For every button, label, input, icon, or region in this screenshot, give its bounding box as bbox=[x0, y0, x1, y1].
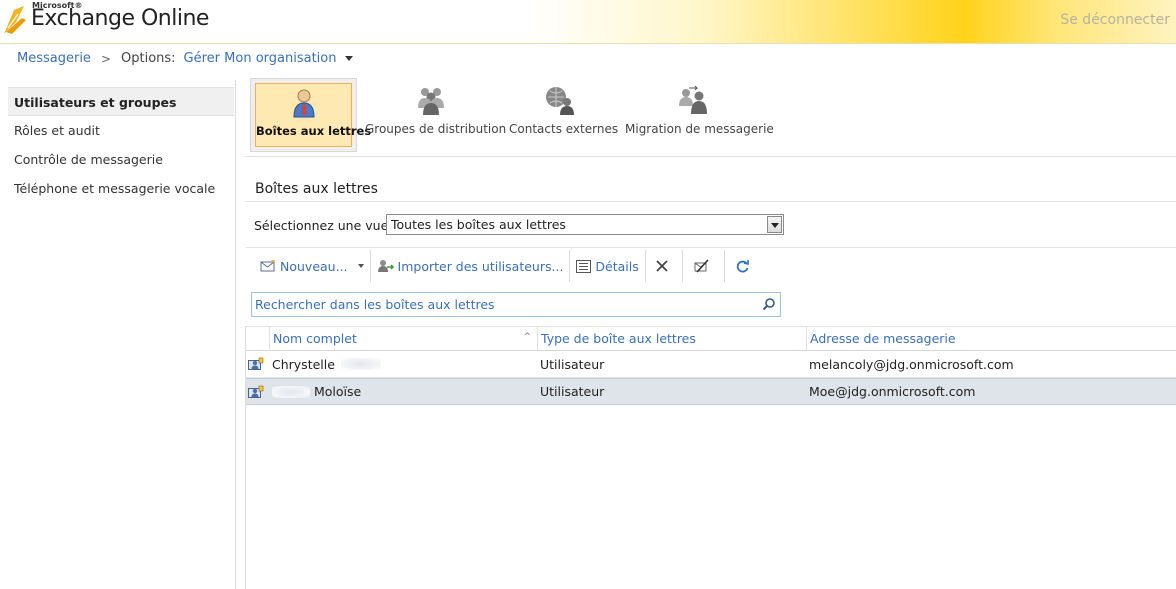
cell-name: Chrystelle bbox=[269, 351, 537, 377]
column-header-type[interactable]: Type de boîte aux lettres bbox=[537, 327, 806, 350]
breadcrumb: Messagerie > Options: Gérer Mon organisa… bbox=[17, 51, 354, 66]
new-button[interactable]: Nouveau... bbox=[254, 250, 370, 282]
tab-mail-migration-label: Migration de messagerie bbox=[625, 122, 774, 136]
cell-name: Moloïse bbox=[269, 379, 537, 404]
cell-type: Utilisateur bbox=[540, 356, 605, 372]
chevron-down-icon[interactable] bbox=[767, 216, 782, 233]
view-label: Sélectionnez une vue : bbox=[254, 218, 397, 233]
breadcrumb-options-label: Options: bbox=[121, 51, 176, 66]
cell-email: melancoly@jdg.onmicrosoft.com bbox=[809, 356, 1014, 372]
new-button-label: Nouveau... bbox=[280, 258, 348, 274]
redacted-text bbox=[272, 385, 310, 398]
redacted-text bbox=[340, 358, 381, 370]
grid-left-border bbox=[245, 326, 246, 589]
mailbox-table: Nom complet ^ Type de boîte aux lettres … bbox=[245, 326, 1176, 405]
migration-icon bbox=[679, 85, 707, 114]
toolbar: Nouveau... Importer des utilisateurs... … bbox=[254, 250, 764, 282]
caret-down-icon[interactable] bbox=[357, 264, 364, 268]
disable-mailbox-icon bbox=[694, 259, 709, 273]
exchange-logo-icon bbox=[4, 6, 26, 34]
view-select-value: Toutes les boîtes aux lettres bbox=[391, 217, 566, 232]
breadcrumb-messagerie[interactable]: Messagerie bbox=[17, 51, 91, 66]
cell-email: Moe@jdg.onmicrosoft.com bbox=[809, 384, 976, 399]
details-label: Détails bbox=[595, 258, 639, 274]
sidebar-item-users-groups[interactable]: Utilisateurs et groupes bbox=[8, 87, 234, 116]
column-header-email[interactable]: Adresse de messagerie bbox=[806, 327, 1176, 350]
sidebar-item-mail-control[interactable]: Contrôle de messagerie bbox=[0, 145, 234, 174]
table-row-selected[interactable]: Moloïse Utilisateur Moe@jdg.onmicrosoft.… bbox=[245, 378, 1176, 405]
tab-mailboxes-label: Boîtes aux lettres bbox=[256, 124, 372, 138]
external-contact-icon bbox=[546, 87, 574, 115]
row-icon-cell bbox=[245, 351, 269, 377]
caret-down-icon[interactable] bbox=[345, 56, 354, 61]
cell-name-text: Chrystelle bbox=[272, 356, 335, 372]
column-header-name[interactable]: Nom complet ^ bbox=[269, 327, 537, 350]
divider bbox=[245, 247, 1176, 248]
tab-mailboxes[interactable]: Boîtes aux lettres bbox=[250, 78, 372, 152]
header-icon-col bbox=[245, 327, 269, 350]
table-header: Nom complet ^ Type de boîte aux lettres … bbox=[245, 326, 1176, 351]
row-icon-cell bbox=[245, 379, 269, 404]
column-header-type-label: Type de boîte aux lettres bbox=[541, 331, 696, 346]
tab-external-contacts[interactable]: Contacts externes bbox=[509, 78, 619, 152]
user-mailbox-icon bbox=[248, 357, 264, 370]
user-mailbox-icon bbox=[248, 385, 264, 398]
refresh-icon bbox=[736, 259, 749, 272]
tab-distribution-groups-label: Groupes de distribution bbox=[365, 122, 507, 136]
import-users-label: Importer des utilisateurs... bbox=[397, 258, 564, 274]
delete-button[interactable] bbox=[646, 250, 682, 282]
tab-distribution-groups[interactable]: Groupes de distribution bbox=[365, 78, 507, 152]
sort-ascending-icon: ^ bbox=[523, 332, 531, 342]
refresh-button[interactable] bbox=[725, 250, 764, 282]
table-row[interactable]: Chrystelle Utilisateur melancoly@jdg.onm… bbox=[245, 351, 1176, 378]
signout-link[interactable]: Se déconnecter bbox=[1060, 12, 1170, 28]
import-users-button[interactable]: Importer des utilisateurs... bbox=[371, 250, 570, 282]
import-users-icon bbox=[377, 259, 394, 272]
divider bbox=[245, 201, 1176, 202]
sidebar: Utilisateurs et groupes Rôles et audit C… bbox=[0, 87, 234, 203]
distribution-group-icon bbox=[418, 88, 444, 115]
breadcrumb-manage-org[interactable]: Gérer Mon organisation bbox=[184, 51, 337, 66]
sidebar-divider bbox=[235, 80, 236, 589]
search-placeholder: Rechercher dans les boîtes aux lettres bbox=[255, 297, 495, 312]
search-input[interactable]: Rechercher dans les boîtes aux lettres bbox=[251, 292, 781, 317]
column-header-name-label: Nom complet bbox=[273, 331, 357, 346]
sidebar-item-roles-audit[interactable]: Rôles et audit bbox=[0, 116, 234, 145]
icon-tabs: Boîtes aux lettres Groupes de distributi… bbox=[245, 78, 1176, 157]
details-icon bbox=[576, 259, 592, 273]
page-title: Boîtes aux lettres bbox=[255, 181, 378, 197]
app-title: Exchange Online bbox=[31, 6, 209, 31]
sidebar-item-phone-voice[interactable]: Téléphone et messagerie vocale bbox=[0, 174, 234, 203]
tab-external-contacts-label: Contacts externes bbox=[509, 122, 619, 136]
tab-mail-migration[interactable]: Migration de messagerie bbox=[625, 78, 774, 152]
delete-icon bbox=[656, 260, 668, 272]
cell-type: Utilisateur bbox=[540, 384, 605, 399]
search-icon[interactable] bbox=[762, 297, 776, 311]
new-mail-icon bbox=[260, 260, 275, 272]
details-button[interactable]: Détails bbox=[570, 250, 644, 282]
view-select[interactable]: Toutes les boîtes aux lettres bbox=[386, 214, 784, 235]
mailbox-user-icon bbox=[292, 89, 315, 118]
column-header-email-label: Adresse de messagerie bbox=[810, 331, 956, 346]
disable-button[interactable] bbox=[683, 250, 724, 282]
app-header: Microsoft® Exchange Online Se déconnecte… bbox=[0, 0, 1176, 44]
cell-name-text: Moloïse bbox=[314, 384, 362, 399]
chevron-right-icon: > bbox=[100, 51, 111, 66]
